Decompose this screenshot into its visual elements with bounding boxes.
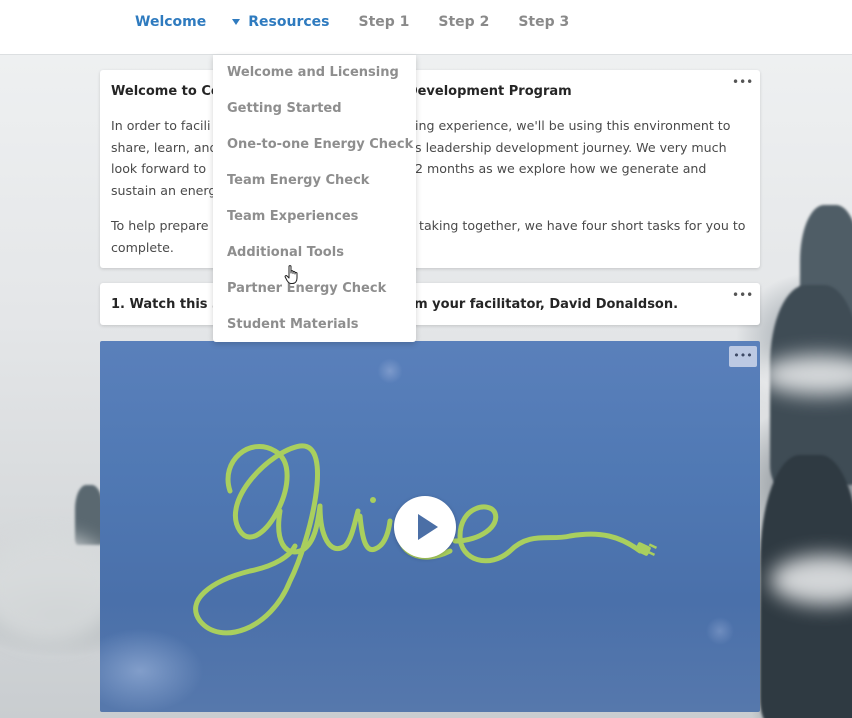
letter-i-stroke [357, 513, 393, 553]
top-navigation-bar: Welcome Resources Step 1 Step 2 Step 3 [0, 0, 852, 55]
caret-down-icon [232, 19, 241, 25]
paragraph-1-right: ing experience, we'll be using this envi… [415, 115, 730, 180]
welcome-card: Welcome to Co Development Program ••• In … [100, 70, 760, 268]
nav-item-step-2[interactable]: Step 2 [438, 14, 489, 30]
menu-item-team-energy-check[interactable]: Team Energy Check [227, 173, 369, 188]
menu-item-getting-started[interactable]: Getting Started [227, 101, 342, 116]
menu-item-partner-energy-check[interactable]: Partner Energy Check [227, 281, 386, 296]
nav-menu: Welcome Resources Step 1 Step 2 Step 3 [135, 14, 598, 30]
nav-item-welcome[interactable]: Welcome [135, 14, 206, 30]
title-text: 1. Watch this 3 [111, 297, 222, 312]
letter-i-dot [370, 497, 376, 503]
text-line: look forward to [111, 161, 207, 177]
text-line: In order to facili [111, 118, 211, 133]
nav-item-resources[interactable]: Resources [206, 14, 329, 30]
text-line: sustain an energ [111, 182, 217, 198]
resources-dropdown-menu: Welcome and Licensing Getting Started On… [213, 55, 416, 342]
text-line: To help prepare [111, 218, 209, 233]
text-line: 2 months as we explore how we generate a… [415, 161, 707, 177]
paragraph-2-left: To help prepare complete. [111, 215, 209, 258]
nav-item-step-3[interactable]: Step 3 [518, 14, 569, 30]
video-player[interactable]: ••• [100, 341, 760, 712]
nav-item-label: Welcome [135, 14, 207, 30]
hand-pointer-cursor-icon [284, 265, 298, 284]
menu-item-student-materials[interactable]: Student Materials [227, 317, 359, 332]
menu-item-one-to-one-energy-check[interactable]: One-to-one Energy Check [227, 137, 413, 152]
play-icon [418, 514, 438, 540]
text-line: ing experience, we'll be using this envi… [415, 118, 731, 133]
nav-item-step-1[interactable]: Step 1 [358, 14, 409, 30]
nav-item-label: Resources [248, 14, 330, 30]
text-line: complete. [111, 239, 174, 255]
task-card: 1. Watch this 3 m your facilitator, David… [100, 283, 760, 325]
more-options-button[interactable]: ••• [732, 289, 753, 303]
paragraph-1-left: In order to facili share, learn, and loo… [111, 115, 218, 201]
menu-item-welcome-and-licensing[interactable]: Welcome and Licensing [227, 65, 399, 80]
letter-u-stroke [276, 503, 361, 555]
nav-item-label: Step 1 [358, 14, 410, 30]
more-options-button[interactable]: ••• [732, 76, 753, 90]
video-more-options-button[interactable]: ••• [729, 346, 757, 367]
letter-e-stroke [452, 504, 643, 564]
plug-icon [635, 542, 658, 557]
tree-silhouette [75, 485, 103, 545]
text-line: taking together, we have four short task… [419, 218, 746, 233]
nav-item-label: Step 2 [438, 14, 490, 30]
text-line: s leadership development journey. We ver… [415, 139, 727, 155]
letter-j-stroke [193, 443, 320, 636]
menu-item-additional-tools[interactable]: Additional Tools [227, 245, 344, 260]
nav-item-label: Step 3 [518, 14, 570, 30]
title-text: Development Program [406, 84, 572, 99]
menu-item-team-experiences[interactable]: Team Experiences [227, 209, 358, 224]
play-button[interactable] [394, 496, 456, 558]
title-text: Welcome to Co [111, 84, 220, 99]
text-line: share, learn, and [111, 139, 218, 155]
title-text: m your facilitator, David Donaldson. [414, 297, 679, 312]
paragraph-2-right: taking together, we have four short task… [419, 215, 745, 237]
